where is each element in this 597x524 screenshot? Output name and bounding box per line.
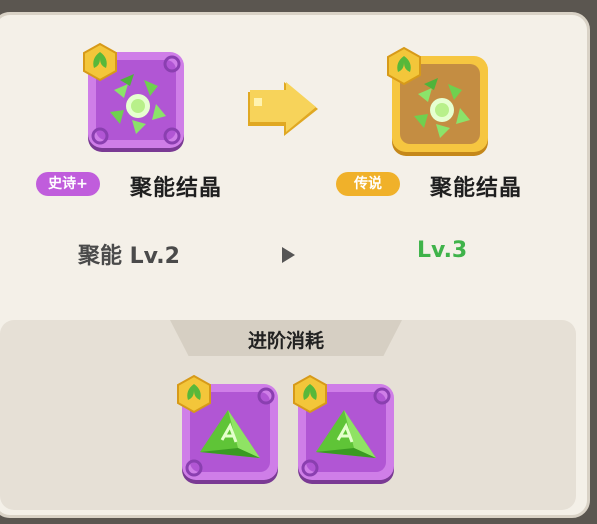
to-item-name: 聚能结晶	[430, 176, 523, 201]
rarity-badge-legendary: 传说	[336, 172, 400, 196]
current-level-text: 聚能 Lv.2	[78, 244, 180, 269]
leaf-badge-icon	[293, 374, 327, 414]
next-level-text: Lv.3	[417, 238, 468, 263]
leaf-badge-icon	[177, 374, 211, 414]
cost-material-icon[interactable]	[177, 374, 280, 484]
arrow-right-icon	[248, 82, 318, 136]
play-arrow-icon	[282, 247, 295, 263]
rarity-badge-epic: 史诗+	[36, 172, 100, 196]
leaf-badge-icon	[387, 46, 421, 86]
cost-title: 进阶消耗	[247, 330, 324, 352]
crystal-item-legendary-icon[interactable]	[387, 46, 490, 156]
leaf-badge-icon	[83, 42, 117, 82]
from-item-name: 聚能结晶	[130, 176, 223, 201]
crystal-item-epic-icon[interactable]	[83, 42, 186, 152]
cost-material-icon[interactable]	[293, 374, 396, 484]
